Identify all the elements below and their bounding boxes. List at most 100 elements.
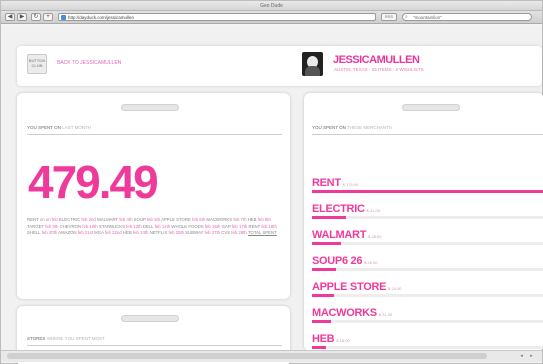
breakdown-merchant[interactable]: RENT	[249, 224, 262, 229]
rss-button[interactable]: RSS	[381, 13, 397, 21]
breakdown-date: feb 4th	[119, 217, 134, 222]
breakdown-date: feb 12th	[126, 223, 143, 229]
merchant-amount: $ 28.00	[368, 234, 382, 239]
breadcrumb[interactable]: BACK TO JESSICAMULLEN	[57, 60, 121, 66]
merchant-bar-track	[312, 320, 543, 323]
merchant-bar-fill	[312, 268, 336, 271]
breakdown-merchant[interactable]: SHELL	[27, 230, 42, 235]
breakdown-merchant[interactable]: MACWORKS	[206, 217, 233, 222]
add-bookmark-button[interactable]: +	[43, 13, 53, 21]
scroll-left-icon[interactable]: ◂	[518, 353, 525, 360]
merchant-name[interactable]: MACWORKS $ 21.00	[312, 307, 543, 319]
forward-button[interactable]: ▶	[17, 13, 27, 21]
breakdown-merchant[interactable]: APPLE STORE	[161, 217, 192, 222]
search-icon: ⌕	[405, 14, 408, 20]
merchants-label-text: YOU SPENT ON	[312, 125, 346, 130]
total-spent-link[interactable]: TOTAL SPENT	[248, 230, 277, 235]
breakdown-merchant[interactable]: TARGET	[27, 224, 45, 229]
merchant-row[interactable]: RENT $ 175.00	[312, 177, 543, 193]
reload-button[interactable]: ↻	[31, 13, 41, 21]
breakdown-merchant[interactable]: IKEA	[94, 230, 105, 235]
breakdown-date: feb 10th	[82, 223, 99, 229]
breakdown-merchant[interactable]: ELECTRIC	[59, 217, 81, 222]
merchant-bar-track	[312, 190, 543, 193]
breakdown-merchant[interactable]: RENT	[27, 217, 40, 222]
search-value: "mountainlion"	[413, 15, 442, 20]
breakdown-date: feb 2nd	[81, 217, 97, 222]
breakdown-merchant[interactable]: HEB	[123, 230, 133, 235]
site-logo[interactable]: BUTTON CLUB	[27, 54, 47, 74]
spent-label-sub: LAST MONTH	[62, 125, 92, 130]
merchant-bar-track	[312, 216, 543, 219]
breakdown-merchant[interactable]: CHEVRON	[60, 224, 83, 229]
merchant-row[interactable]: HEB $ 18.00	[312, 333, 543, 349]
scroll-right-icon[interactable]: ▸	[528, 353, 535, 360]
breakdown-merchant[interactable]: WHOLE FOODS	[171, 224, 204, 229]
breakdown-merchant[interactable]: GAP	[222, 224, 232, 229]
breakdown-date: on on feb	[39, 217, 59, 222]
browser-screenshot: Geo Dude ◀ ▶ ↻ + http://dayduck.com/jess…	[0, 0, 543, 364]
site-favicon-icon	[61, 15, 66, 20]
breakdown-date: feb 27th	[204, 230, 222, 236]
merchant-row[interactable]: MACWORKS $ 21.00	[312, 307, 543, 323]
breakdown-date: feb 6th	[192, 217, 207, 222]
merchant-amount: $ 26.00	[364, 260, 378, 265]
merchant-name[interactable]: HEB $ 18.00	[312, 333, 543, 345]
breakdown-date: feb 28th	[231, 230, 248, 236]
breakdown-date: feb 8th	[257, 217, 271, 222]
breakdown-merchant[interactable]: AMAZON	[58, 230, 78, 235]
divider	[27, 345, 282, 346]
breakdown-merchant[interactable]: WALMART	[97, 217, 119, 222]
merchant-bar-track	[312, 294, 543, 297]
profile-username[interactable]: JESSICAMULLEN	[333, 54, 420, 66]
search-field[interactable]: ⌕ "mountainlion"	[402, 13, 532, 21]
browser-toolbar: ◀ ▶ ↻ + http://dayduck.com/jessicamullen…	[1, 11, 542, 24]
breakdown-date: feb 25th	[168, 230, 186, 236]
spending-breakdown-text: RENT on on feb ELECTRIC feb 2nd WALMART …	[27, 217, 287, 237]
merchant-amount: $ 31.00	[366, 208, 380, 213]
total-amount: 479.49	[28, 156, 159, 208]
breakdown-merchant[interactable]: NETFLIX	[150, 230, 169, 235]
merchant-name[interactable]: APPLE STORE $ 24.00	[312, 281, 543, 293]
merchant-bar-track	[312, 346, 543, 349]
spent-card-label: YOU SPENT ON LAST MONTH	[27, 125, 91, 130]
merchant-name[interactable]: SOUP6 26 $ 26.00	[312, 255, 543, 267]
merchant-bar-fill	[312, 320, 332, 323]
merchant-name[interactable]: RENT $ 175.00	[312, 177, 543, 189]
breakdown-date: feb 5th	[146, 217, 162, 222]
merchant-bar-track	[312, 242, 543, 245]
merchant-amount: $ 18.00	[336, 338, 350, 343]
stores-card-label: STORES WHERE YOU SPENT MOST	[27, 336, 105, 341]
merchant-row[interactable]: ELECTRIC $ 31.00	[312, 203, 543, 219]
back-button[interactable]: ◀	[5, 13, 15, 21]
merchant-row[interactable]: SOUP6 26 $ 26.00	[312, 255, 543, 271]
breakdown-merchant[interactable]: SUBWAY	[185, 230, 204, 235]
merchant-amount: $ 175.00	[342, 182, 359, 187]
merchant-bar-fill	[312, 294, 334, 297]
merchant-name[interactable]: WALMART $ 28.00	[312, 229, 543, 241]
breakdown-date: feb 21st	[77, 230, 95, 236]
merchants-card: YOU SPENT ON THESE MERCHANTS RENT $ 175.0…	[304, 93, 543, 351]
scrollbar-thumb[interactable]	[7, 353, 487, 359]
breakdown-date: feb 20th	[41, 230, 59, 236]
address-bar[interactable]: http://dayduck.com/jessicamullen	[58, 13, 376, 21]
breakdown-merchant[interactable]: STARBUCKS	[99, 224, 126, 229]
divider	[27, 134, 282, 135]
breakdown-merchant[interactable]: DELL	[143, 224, 155, 229]
breakdown-merchant[interactable]: CVS	[221, 230, 231, 235]
breakdown-merchant[interactable]: SOUP	[134, 217, 147, 222]
card-handle[interactable]	[402, 104, 460, 111]
merchant-amount: $ 24.00	[388, 286, 402, 291]
breakdown-merchant[interactable]: HEB	[248, 217, 258, 222]
merchant-row[interactable]: APPLE STORE $ 24.00	[312, 281, 543, 297]
profile-header: BUTTON CLUB BACK TO JESSICAMULLEN JESSIC…	[17, 46, 542, 86]
merchant-row[interactable]: WALMART $ 28.00	[312, 229, 543, 245]
merchant-name[interactable]: ELECTRIC $ 31.00	[312, 203, 543, 215]
card-handle[interactable]	[121, 315, 179, 322]
merchants-label-sub: THESE MERCHANTS	[347, 125, 392, 130]
card-handle[interactable]	[121, 104, 179, 111]
horizontal-scrollbar[interactable]: ◂ ▸	[1, 350, 542, 362]
merchant-bar-track	[312, 268, 543, 271]
breakdown-date: feb 18th	[261, 223, 277, 229]
avatar[interactable]	[302, 52, 323, 76]
